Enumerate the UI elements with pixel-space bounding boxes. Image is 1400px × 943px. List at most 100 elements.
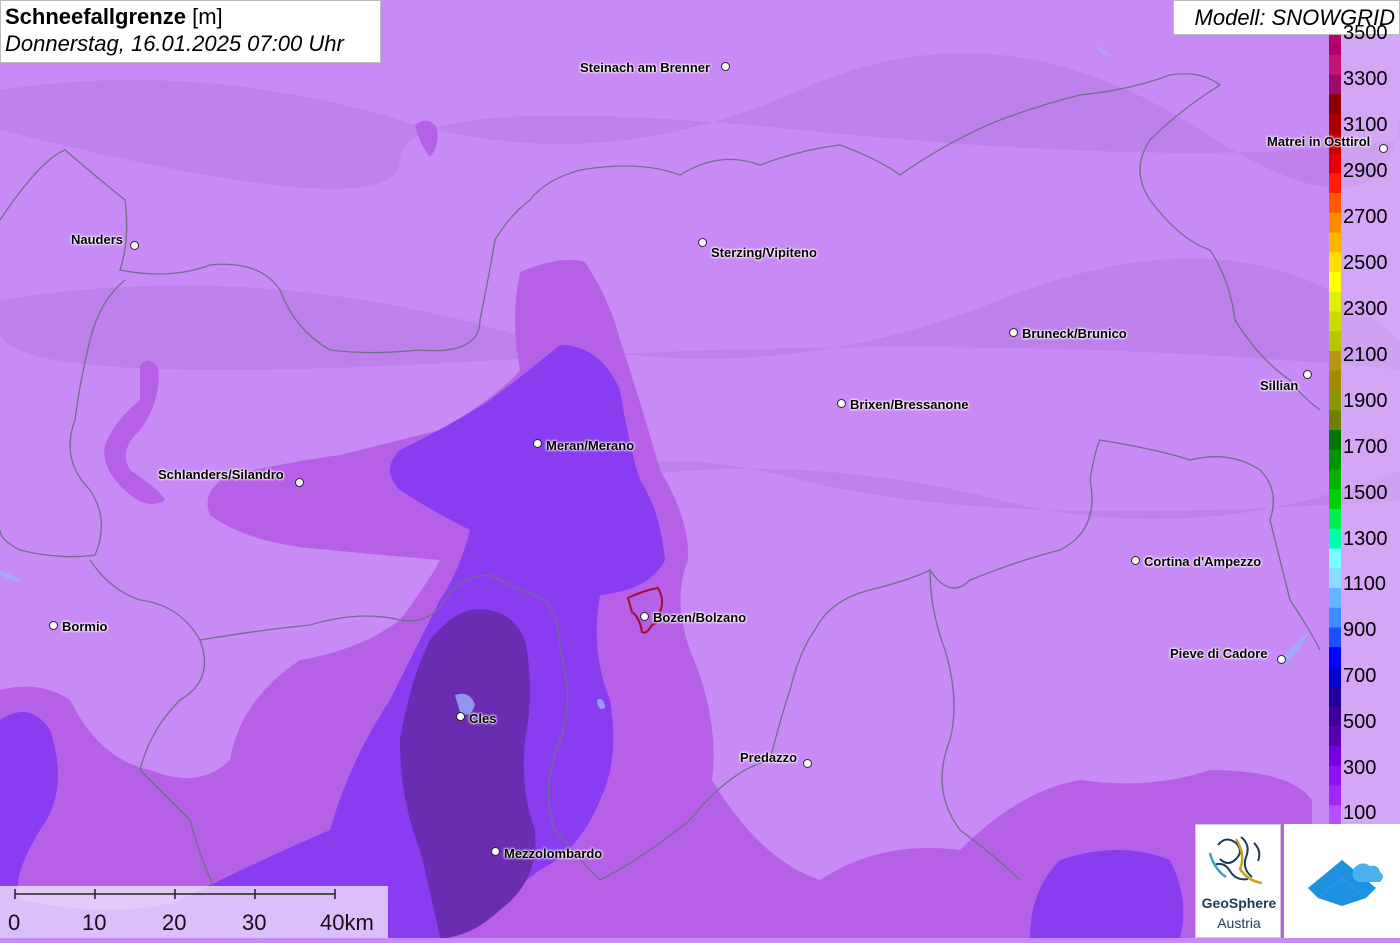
place-dot bbox=[698, 238, 707, 247]
place-dot bbox=[803, 759, 812, 768]
legend-label: 2500 bbox=[1343, 252, 1388, 274]
legend-swatch bbox=[1329, 528, 1341, 549]
legend-swatch bbox=[1329, 489, 1341, 510]
legend-label: 2100 bbox=[1343, 344, 1388, 366]
place-dot bbox=[491, 847, 500, 856]
legend-swatch bbox=[1329, 212, 1341, 233]
place-dot bbox=[640, 612, 649, 621]
legend-swatch bbox=[1329, 331, 1341, 352]
place-label: Schlanders/Silandro bbox=[158, 467, 284, 482]
legend-swatch bbox=[1329, 627, 1341, 648]
legend-swatch bbox=[1329, 173, 1341, 194]
place-dot bbox=[533, 439, 542, 448]
snow-arrow-icon bbox=[1308, 860, 1383, 906]
place-dot bbox=[1303, 370, 1312, 379]
place-label: Sterzing/Vipiteno bbox=[711, 245, 817, 260]
geosphere-name: GeoSphere bbox=[1201, 895, 1277, 911]
legend-swatch bbox=[1329, 153, 1341, 174]
legend-label: 300 bbox=[1343, 757, 1377, 779]
place-dot bbox=[837, 399, 846, 408]
legend-label: 2700 bbox=[1343, 206, 1388, 228]
place-dot bbox=[130, 241, 139, 250]
legend-label: 2300 bbox=[1343, 298, 1388, 320]
scale-label-10: 10 bbox=[82, 910, 107, 935]
place-label: Steinach am Brenner bbox=[580, 60, 711, 75]
legend-swatch bbox=[1329, 568, 1341, 589]
map-datetime: Donnerstag, 16.01.2025 07:00 Uhr bbox=[5, 31, 344, 56]
legend-swatch bbox=[1329, 351, 1341, 372]
legend-label: 1500 bbox=[1343, 482, 1388, 504]
place-label: Sillian bbox=[1260, 378, 1299, 393]
geosphere-logo[interactable]: GeoSphere Austria bbox=[1195, 824, 1281, 938]
legend-swatch bbox=[1329, 272, 1341, 293]
geosphere-emblem-icon bbox=[1208, 836, 1263, 885]
legend-label: 100 bbox=[1343, 802, 1377, 824]
place-dot bbox=[1009, 328, 1018, 337]
place-label: Brixen/Bressanone bbox=[850, 397, 969, 412]
legend-swatch bbox=[1329, 746, 1341, 767]
legend-swatch bbox=[1329, 706, 1341, 727]
legend-swatch bbox=[1329, 232, 1341, 253]
legend-swatch bbox=[1329, 390, 1341, 411]
place-dot bbox=[721, 62, 730, 71]
place-dot bbox=[1277, 655, 1286, 664]
legend-swatch bbox=[1329, 54, 1341, 75]
legend-swatch bbox=[1329, 35, 1341, 56]
place-dot bbox=[456, 712, 465, 721]
legend-swatch bbox=[1329, 647, 1341, 668]
legend-label: 3100 bbox=[1343, 114, 1388, 136]
place-dot bbox=[1131, 556, 1140, 565]
legend-swatch bbox=[1329, 686, 1341, 707]
legend-swatch bbox=[1329, 588, 1341, 609]
legend-swatch bbox=[1329, 291, 1341, 312]
legend-swatch bbox=[1329, 469, 1341, 490]
place-label: Matrei in Osttirol bbox=[1267, 134, 1371, 149]
legend-swatch bbox=[1329, 765, 1341, 786]
place-label: Cortina d'Ampezzo bbox=[1144, 554, 1262, 569]
legend-swatch bbox=[1329, 607, 1341, 628]
legend-swatch bbox=[1329, 410, 1341, 431]
legend-swatch bbox=[1329, 449, 1341, 470]
legend-swatch bbox=[1329, 94, 1341, 115]
title-box: Schneefallgrenze [m] Donnerstag, 16.01.2… bbox=[0, 0, 381, 63]
map-title: Schneefallgrenze [m] bbox=[5, 4, 223, 29]
place-label: Bruneck/Brunico bbox=[1022, 326, 1127, 341]
legend-swatch bbox=[1329, 74, 1341, 95]
legend-swatch bbox=[1329, 785, 1341, 806]
legend-swatch bbox=[1329, 726, 1341, 747]
place-label: Bormio bbox=[62, 619, 108, 634]
legend-label: 2900 bbox=[1343, 160, 1388, 182]
place-label: Pieve di Cadore bbox=[1170, 646, 1268, 661]
scale-label-40km: 40km bbox=[320, 910, 374, 935]
place-label: Nauders bbox=[71, 232, 124, 247]
snow-logo[interactable] bbox=[1284, 824, 1400, 938]
legend-swatch bbox=[1329, 252, 1341, 273]
place-dot bbox=[49, 621, 58, 630]
legend-swatch bbox=[1329, 114, 1341, 135]
legend-swatch bbox=[1329, 370, 1341, 391]
place-label: Mezzolombardo bbox=[504, 846, 603, 861]
legend-label: 1900 bbox=[1343, 390, 1388, 412]
legend-swatch bbox=[1329, 311, 1341, 332]
legend-swatch bbox=[1329, 805, 1341, 825]
legend-label: 900 bbox=[1343, 619, 1377, 641]
scale-label-30: 30 bbox=[242, 910, 267, 935]
place-label: Meran/Merano bbox=[546, 438, 635, 453]
place-label: Cles bbox=[469, 711, 497, 726]
place-dot bbox=[295, 478, 304, 487]
place-label: Bozen/Bolzano bbox=[653, 610, 747, 625]
place-label: Predazzo bbox=[740, 750, 798, 765]
legend-label: 1100 bbox=[1343, 573, 1387, 595]
color-legend bbox=[1329, 35, 1400, 825]
legend-swatch bbox=[1329, 548, 1341, 569]
scale-label-0: 0 bbox=[8, 910, 21, 935]
legend-swatch bbox=[1329, 509, 1341, 530]
legend-label: 3300 bbox=[1343, 68, 1388, 90]
geosphere-country: Austria bbox=[1217, 915, 1261, 931]
legend-label: 1300 bbox=[1343, 528, 1388, 550]
legend-swatch bbox=[1329, 667, 1341, 688]
place-dot bbox=[1379, 144, 1388, 153]
legend-swatch bbox=[1329, 430, 1341, 451]
legend-label: 3500 bbox=[1343, 22, 1388, 44]
legend-label: 1700 bbox=[1343, 436, 1388, 458]
